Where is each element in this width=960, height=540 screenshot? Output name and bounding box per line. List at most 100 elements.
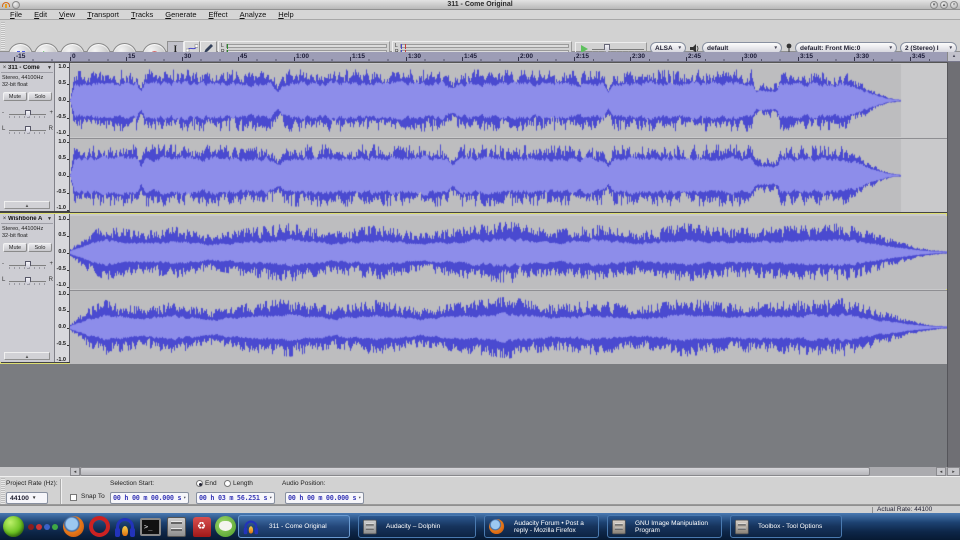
horizontal-scrollbar[interactable]: ◂ ◂ ▸ <box>0 467 960 476</box>
file-manager-launcher[interactable] <box>165 515 188 538</box>
selection-start-label: Selection Start: <box>110 480 155 487</box>
pan-slider[interactable]: LR <box>2 276 53 286</box>
radio-icon <box>224 480 231 487</box>
opera-launcher[interactable] <box>88 515 111 538</box>
terminal-icon: >_ <box>140 517 161 536</box>
gain-slider[interactable]: - + <box>2 260 53 270</box>
ruler-major-tick <box>742 57 743 61</box>
track-menu-icon[interactable]: ▼ <box>46 216 53 222</box>
menu-item-effect[interactable]: Effect <box>203 10 234 20</box>
taskbar-window-button[interactable]: Audacity – Dolphin <box>358 515 476 538</box>
menu-item-file[interactable]: File <box>4 10 28 20</box>
gain-slider[interactable]: - + <box>2 109 53 119</box>
amplitude-scale-label: 0.5 <box>58 307 66 313</box>
pager-dot[interactable] <box>28 524 34 530</box>
mute-button[interactable]: Mute <box>3 243 27 252</box>
track-2-vertical-ruler[interactable]: 1.0 0.5 0.0 -0.5 -1.0 1.0 0.5 0.0 -0.5 -1.0 <box>55 214 70 363</box>
menu-item-generate[interactable]: Generate <box>159 10 202 20</box>
track-collapse-button[interactable]: ▲ <box>4 201 50 209</box>
track-close-icon[interactable]: × <box>1 65 8 71</box>
minimize-icon[interactable]: ▾ <box>930 1 938 9</box>
window-title: 311 - Come Original <box>447 0 513 8</box>
menu-item-edit[interactable]: Edit <box>28 10 53 20</box>
menu-bar: File Edit View Transport Tracks Generate Effec… <box>0 10 960 20</box>
toolbar-grip[interactable] <box>1 478 5 504</box>
firefox-launcher[interactable] <box>62 515 85 538</box>
amplitude-scale-label: -0.5 <box>56 114 66 120</box>
ruler-time-label: 3:00 <box>744 53 758 60</box>
konsole-launcher[interactable]: >_ <box>139 515 162 538</box>
track-collapse-button[interactable]: ▲ <box>4 352 50 360</box>
toolbar-grip[interactable] <box>1 22 5 50</box>
ruler-time-label: 3:30 <box>856 53 870 60</box>
audacity-launcher[interactable] <box>113 515 136 538</box>
menu-item-transport[interactable]: Transport <box>81 10 125 20</box>
taskbar-window-button[interactable]: Audacity Forum • Post a reply - Mozilla … <box>484 515 599 538</box>
solo-button[interactable]: Solo <box>28 243 52 252</box>
amplitude-scale-label: 0.0 <box>58 97 66 103</box>
taskbar-window-title: GNU Image Manipulation Program <box>635 519 708 534</box>
track-format: Stereo, 44100Hz <box>2 75 44 81</box>
vertical-scrollbar[interactable] <box>947 62 960 467</box>
track-close-icon[interactable]: × <box>1 216 8 222</box>
scroll-right-arrow-icon[interactable]: ▸ <box>947 467 960 476</box>
suse-geeko-icon <box>3 516 24 537</box>
ruler-time-label: 0 <box>72 53 76 60</box>
ruler-time-label: 3:45 <box>912 53 926 60</box>
kmenu-button[interactable] <box>2 515 25 538</box>
timeline-ruler[interactable]: -15 0 15 30 45 1:00 1:15 1:30 1:45 2:00 2:15 2:30 2:… <box>0 52 960 62</box>
track-bitdepth: 32-bit float <box>2 233 28 239</box>
track-title[interactable]: 311 - Come <box>8 65 46 71</box>
taskbar-window-button[interactable]: Toolbox - Tool Options <box>730 515 842 538</box>
selection-start-field[interactable]: 00 h 00 m 00.000 s ▾ <box>110 492 189 504</box>
amplitude-scale-label: -1.0 <box>56 130 66 136</box>
track-2-waveform-left[interactable] <box>70 216 947 289</box>
menu-item-analyze[interactable]: Analyze <box>234 10 273 20</box>
track-1-control-panel[interactable]: × 311 - Come ▼ Stereo, 44100Hz 32-bit fl… <box>0 63 55 211</box>
audio-position-field[interactable]: 00 h 00 m 00.000 s ▾ <box>285 492 364 504</box>
track-2-waveform-right[interactable] <box>70 291 947 364</box>
selection-end-field[interactable]: 00 h 03 m 56.251 s ▾ <box>196 492 275 504</box>
pager-dot[interactable] <box>36 524 42 530</box>
track-1-waveform-right[interactable] <box>70 139 947 212</box>
track-2: × Wishbone A ▼ Stereo, 44100Hz 32-bit fl… <box>0 213 947 364</box>
track-menu-icon[interactable]: ▼ <box>46 65 53 71</box>
pager-dot[interactable] <box>52 524 58 530</box>
selection-toolbar: Project Rate (Hz): 44100 ▾ Snap To Select… <box>0 476 960 505</box>
pager-dot[interactable] <box>44 524 50 530</box>
scrollbar-thumb[interactable] <box>80 467 870 476</box>
window-titlebar[interactable]: 311 - Come Original ▾ ▴ × <box>0 0 960 10</box>
pan-slider[interactable]: LR <box>2 125 53 135</box>
menu-item-view[interactable]: View <box>53 10 81 20</box>
length-radio[interactable]: Length <box>224 480 253 487</box>
gimp-icon <box>612 519 626 534</box>
trash-launcher[interactable]: ♻ <box>190 515 213 538</box>
taskbar-window-button[interactable]: 311 - Come Original <box>238 515 350 538</box>
gnu-launcher[interactable] <box>214 515 237 538</box>
ruler-time-label: 30 <box>184 53 192 60</box>
taskbar-window-title: Audacity – Dolphin <box>386 523 441 530</box>
solo-button[interactable]: Solo <box>28 92 52 101</box>
maximize-icon[interactable]: ▴ <box>940 1 948 9</box>
taskbar-window-button[interactable]: GNU Image Manipulation Program <box>607 515 722 538</box>
amplitude-scale-label: 0.0 <box>58 172 66 178</box>
gnu-icon <box>215 516 236 537</box>
ruler-major-tick <box>406 57 407 61</box>
snap-to-checkbox[interactable] <box>70 494 77 501</box>
snap-to-label: Snap To <box>81 493 105 500</box>
track-2-control-panel[interactable]: × Wishbone A ▼ Stereo, 44100Hz 32-bit fl… <box>0 214 55 362</box>
menu-item-tracks[interactable]: Tracks <box>125 10 159 20</box>
end-radio[interactable]: End <box>196 480 217 487</box>
track-1-waveform-left[interactable] <box>70 64 947 137</box>
project-rate-select[interactable]: 44100 ▾ <box>6 492 48 504</box>
track-1-vertical-ruler[interactable]: 1.0 0.5 0.0 -0.5 -1.0 1.0 0.5 0.0 -0.5 -1.0 <box>55 63 70 211</box>
scroll-left-arrow-icon[interactable]: ◂ <box>936 467 946 476</box>
scroll-left-arrow-icon[interactable]: ◂ <box>70 467 80 476</box>
close-icon[interactable]: × <box>950 1 958 9</box>
ruler-major-tick <box>574 57 575 61</box>
opera-icon <box>89 516 110 537</box>
menu-item-help[interactable]: Help <box>272 10 299 20</box>
scroll-up-arrow-icon[interactable]: ▴ <box>947 52 960 61</box>
mute-button[interactable]: Mute <box>3 92 27 101</box>
track-title[interactable]: Wishbone A <box>8 216 46 222</box>
